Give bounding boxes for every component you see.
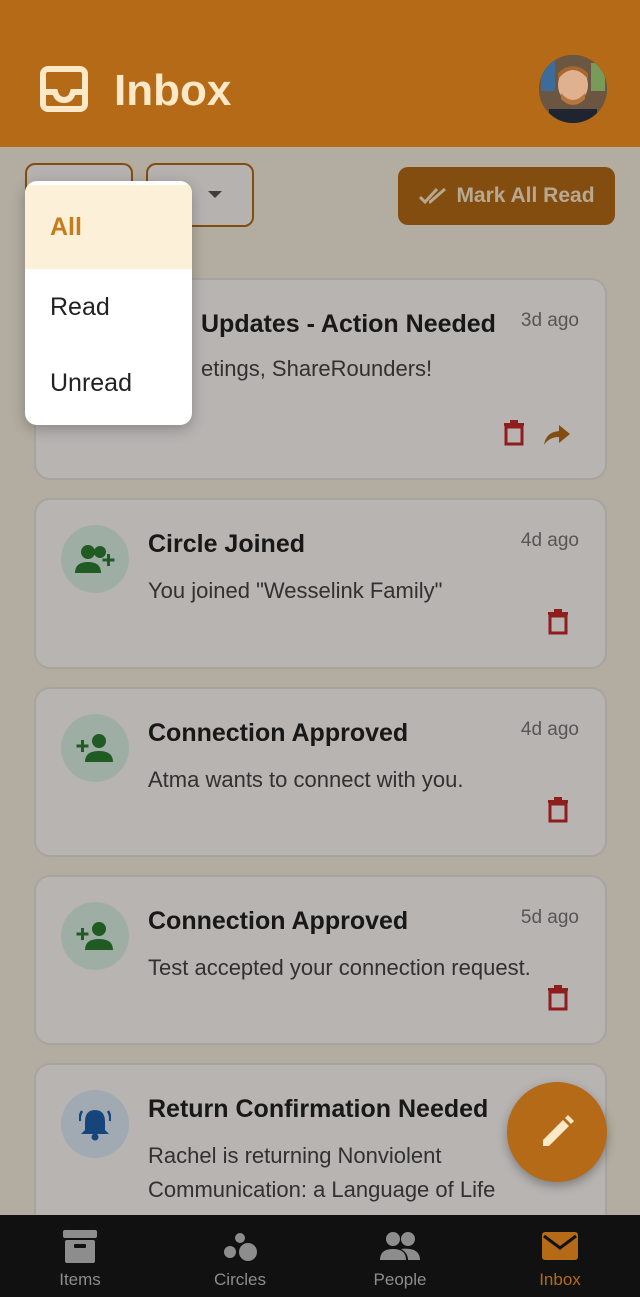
filter-option-all[interactable]: All [25, 185, 192, 269]
filter-dropdown-menu: All Read Unread [25, 181, 192, 425]
people-icon [380, 1232, 420, 1260]
archive-box-icon [63, 1230, 97, 1263]
pencil-icon [543, 1115, 574, 1146]
nav-item-circles[interactable]: Circles [160, 1215, 320, 1297]
bottom-nav: Items Circles People Inbox [0, 1215, 640, 1297]
filter-option-read[interactable]: Read [25, 269, 192, 345]
inbox-tray-icon [40, 66, 88, 112]
avatar-image [539, 55, 607, 123]
compose-button[interactable] [507, 1082, 607, 1182]
envelope-icon [542, 1232, 578, 1260]
bubbles-icon [224, 1233, 257, 1261]
nav-label: Circles [214, 1270, 266, 1289]
nav-item-people[interactable]: People [320, 1215, 480, 1297]
nav-label: Items [59, 1270, 101, 1289]
page-title: Inbox [114, 66, 232, 115]
app-header: Inbox [0, 0, 640, 147]
nav-item-inbox[interactable]: Inbox [480, 1215, 640, 1297]
nav-item-items[interactable]: Items [0, 1215, 160, 1297]
avatar[interactable] [539, 55, 607, 123]
nav-label: Inbox [539, 1270, 581, 1289]
nav-label: People [373, 1270, 427, 1289]
filter-option-unread[interactable]: Unread [25, 345, 192, 421]
